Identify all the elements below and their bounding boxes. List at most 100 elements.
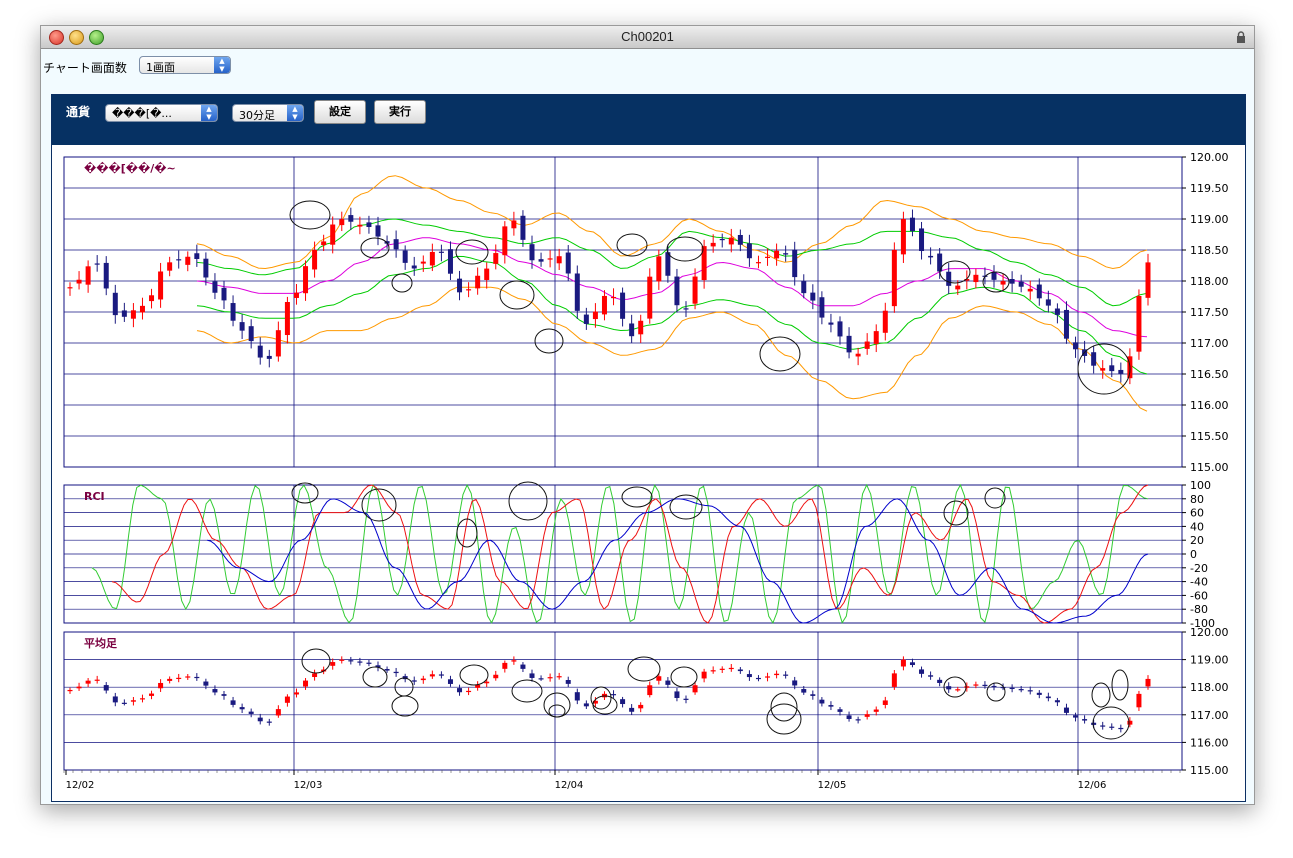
candle-down (194, 676, 200, 679)
candle-down (1118, 727, 1124, 730)
candle-down (529, 244, 535, 261)
candle-down (801, 281, 807, 294)
candle-down (855, 719, 861, 721)
y-tick-label: 116.00 (1190, 399, 1229, 412)
candle-up (719, 668, 725, 670)
candle-down (257, 345, 263, 358)
screen-count-value: 1画面 (146, 61, 175, 74)
y-tick-label: 115.00 (1190, 461, 1229, 474)
x-tick-label: 12/02 (66, 780, 95, 791)
candle-down (239, 322, 245, 331)
candle-up (466, 690, 472, 693)
candle-up (185, 676, 191, 678)
candle-up (710, 242, 716, 247)
candle-down (1036, 692, 1042, 695)
candle-up (864, 714, 870, 717)
candle-up (755, 262, 761, 264)
candle-down (792, 680, 798, 686)
window-title: Ch00201 (621, 29, 674, 44)
candle-up (592, 311, 598, 320)
candle-up (420, 261, 426, 264)
candle-up (638, 320, 644, 335)
candle-up (882, 310, 888, 333)
candle-down (457, 688, 463, 693)
candle-up (321, 241, 327, 246)
candle-up (303, 266, 309, 294)
candle-up (139, 305, 145, 313)
candle-up (176, 677, 182, 680)
candle-down (266, 355, 272, 359)
candle-down (837, 321, 843, 337)
candle-down (1109, 726, 1115, 728)
candle-down (928, 675, 934, 677)
timeframe-select[interactable]: 30分足 ▲ ▼ (232, 104, 304, 122)
candle-down (674, 691, 680, 698)
candle-up (484, 268, 490, 280)
candle-up (339, 219, 345, 226)
candle-down (1091, 722, 1097, 725)
candle-up (601, 295, 607, 315)
candle-down (574, 692, 580, 701)
candle-down (928, 255, 934, 258)
candle-down (103, 262, 109, 289)
candle-up (873, 331, 879, 344)
candle-down (176, 259, 182, 261)
candle-up (130, 700, 136, 702)
y-tick-label: 60 (1190, 507, 1204, 520)
candle-up (855, 353, 861, 357)
y-tick-label: -40 (1190, 576, 1208, 589)
currency-select[interactable]: ���[�... ▲ ▼ (105, 104, 218, 122)
candle-down (846, 335, 852, 353)
candle-down (783, 253, 789, 255)
candle-up (429, 251, 435, 266)
candle-down (828, 705, 834, 707)
candle-up (1145, 678, 1151, 687)
candle-down (121, 702, 127, 704)
candle-up (774, 673, 780, 676)
chart-toolbar: 通貨 ���[�... ▲ ▼ 30分足 ▲ ▼ 設定 実行 (52, 95, 1245, 145)
candle-up (76, 279, 82, 284)
candle-down (230, 700, 236, 705)
candle-down (674, 276, 680, 306)
screen-count-label: チャート画面数 (43, 61, 127, 75)
candle-up (973, 274, 979, 283)
candle-down (94, 263, 100, 265)
candle-down (837, 709, 843, 712)
candle-down (755, 677, 761, 680)
candle-up (275, 709, 281, 716)
candle-up (475, 275, 481, 289)
candle-up (139, 698, 145, 700)
candle-down (457, 278, 463, 293)
y-tick-label: 0 (1190, 548, 1197, 561)
candle-down (447, 679, 453, 684)
candle-down (937, 253, 943, 272)
candle-up (67, 689, 73, 692)
candle-down (574, 273, 580, 311)
candle-up (284, 301, 290, 336)
y-tick-label: 118.00 (1190, 681, 1229, 694)
x-tick-label: 12/04 (555, 780, 584, 791)
screen-count-select[interactable]: 1画面 ▲ ▼ (139, 56, 231, 74)
settings-button[interactable]: 設定 (314, 100, 366, 124)
y-tick-label: 115.50 (1190, 430, 1229, 443)
execute-button[interactable]: 実行 (374, 100, 426, 124)
candle-up (85, 266, 91, 285)
candle-down (212, 281, 218, 293)
y-tick-label: 116.50 (1190, 368, 1229, 381)
candle-up (656, 256, 662, 282)
y-tick-label: 117.50 (1190, 306, 1229, 319)
candle-up (167, 678, 173, 681)
candle-down (583, 703, 589, 707)
candle-down (520, 664, 526, 669)
y-tick-label: 120.00 (1190, 626, 1229, 639)
y-tick-label: 100 (1190, 479, 1211, 492)
candle-down (366, 222, 372, 228)
candle-down (801, 689, 807, 693)
title-bar[interactable]: Ch00201 (41, 26, 1254, 49)
candle-down (520, 215, 526, 240)
candle-up (882, 700, 888, 705)
candle-up (873, 709, 879, 712)
candle-down (683, 698, 689, 700)
chart-panel: 通貨 ���[�... ▲ ▼ 30分足 ▲ ▼ 設定 実行 120.00 119.5… (51, 94, 1246, 802)
candle-up (429, 674, 435, 677)
